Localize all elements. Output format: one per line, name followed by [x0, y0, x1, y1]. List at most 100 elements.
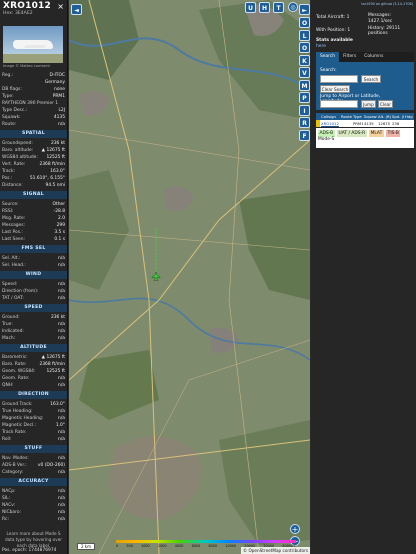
section-header-spatial[interactable]: SPATIAL	[0, 130, 67, 138]
legend-modes: Mode-S	[318, 137, 335, 142]
aircraft-table: CallsignRouteTypeSquawkAlt. (ft)Spd. (kt…	[316, 113, 414, 127]
section-header-accuracy[interactable]: ACCURACY	[0, 478, 67, 486]
close-icon[interactable]: ×	[57, 2, 64, 11]
altitude-tick: 10000	[225, 544, 237, 548]
map-view[interactable]: UHT ◎ ◄ ► OLOKVMPIRF + − 050010002000400…	[69, 0, 310, 554]
info-note: Learn more about Mode S data type by hov…	[4, 531, 63, 548]
map-side-button-o[interactable]: O	[299, 17, 310, 28]
info-row-label: Magnetic Heading:	[2, 416, 44, 421]
info-row-value: L2J	[58, 108, 65, 113]
column-header-squawk[interactable]: Squawk	[363, 113, 377, 120]
search-button[interactable]: Search	[361, 75, 381, 83]
section-header-direction[interactable]: DIRECTION	[0, 391, 67, 399]
column-header-speed[interactable]: Spd. (kt)	[391, 113, 404, 120]
search-input[interactable]	[320, 75, 358, 83]
tab-filters[interactable]: Filters	[339, 52, 360, 62]
version-link[interactable]: tar1090 on github (3.14.1706)	[311, 0, 416, 8]
map-side-button-o[interactable]: O	[299, 42, 310, 53]
collapse-sidebar-button[interactable]: ►	[299, 4, 310, 15]
column-header-heading[interactable]: Hdg	[404, 113, 414, 120]
tab-search[interactable]: Search	[316, 52, 340, 62]
column-header-type[interactable]: Type	[352, 113, 363, 120]
info-row-value: n/a	[58, 256, 65, 261]
jump-button[interactable]: Jump	[361, 100, 376, 108]
column-header-callsign[interactable]: Callsign	[320, 113, 340, 120]
column-header-altitude[interactable]: Alt. (ft)	[377, 113, 391, 120]
map-attribution[interactable]: © OpenStreetMap contributors	[240, 547, 310, 554]
section-header-fms-sel[interactable]: FMS SEL	[0, 245, 67, 253]
info-row: Route: n/a	[2, 121, 65, 128]
sidebar-tabs: Search Filters Columns	[316, 52, 414, 62]
cell-speed: 236	[392, 121, 400, 126]
map-scale: 2 km	[77, 543, 95, 550]
info-row-label: Nav. Modes:	[2, 456, 29, 461]
hex-value: 3E4AE2	[14, 11, 33, 16]
info-row-value: n/a	[58, 296, 65, 301]
section-header-altitude[interactable]: ALTITUDE	[0, 344, 67, 352]
section-header-stuff[interactable]: STUFF	[0, 445, 67, 453]
map-button-t[interactable]: T	[273, 2, 284, 13]
map-button-h[interactable]: H	[259, 2, 270, 13]
info-row-label: True Heading:	[2, 409, 33, 414]
aircraft-photo[interactable]	[3, 26, 63, 63]
map-button-u[interactable]: U	[245, 2, 256, 13]
history-label: History: 29111 positions	[368, 26, 414, 36]
info-row-value: 3.5 s	[54, 230, 65, 235]
info-row: Mach: n/a	[2, 335, 65, 342]
info-row: Germany	[2, 79, 65, 86]
info-row-label: Baro. Rate:	[2, 362, 27, 367]
clear-jump-button[interactable]: Clear	[378, 100, 393, 108]
info-row: Rc: n/a	[2, 516, 65, 523]
info-row-label: Roll:	[2, 437, 12, 442]
info-row-label: RAYTHEON 390 Premier 1	[2, 101, 59, 106]
map-side-button-l[interactable]: L	[299, 29, 310, 41]
stats-available: Stats available	[316, 38, 353, 43]
section-header-wind[interactable]: WIND	[0, 271, 67, 279]
tab-columns[interactable]: Columns	[360, 52, 387, 62]
map-side-button-v[interactable]: V	[299, 67, 310, 78]
map-side-button-k[interactable]: K	[299, 54, 310, 66]
info-row-label: Vert. Rate:	[2, 162, 26, 167]
info-row-label: Rc:	[2, 517, 9, 522]
section-header-signal[interactable]: SIGNAL	[0, 191, 67, 199]
info-row: Vert. Rate: 2368 ft/min	[2, 161, 65, 168]
map-side-button-p[interactable]: P	[299, 92, 310, 103]
info-row: Last Pos.: 3.5 s	[2, 229, 65, 236]
info-row: QNH: n/a	[2, 382, 65, 389]
aircraft-info-panel: XRO1012 Hex: 3E4AE2 × Image © Matteo Lam…	[0, 0, 68, 554]
column-header-route[interactable]: Route	[340, 113, 352, 120]
info-row-value: 4135	[53, 115, 65, 120]
info-row-label: QNH:	[2, 383, 14, 388]
info-row-label: DB flags:	[2, 87, 22, 92]
info-row-value: v0 (DO-260)	[37, 463, 65, 468]
info-row-value: n/a	[58, 456, 65, 461]
stats-link[interactable]: here	[316, 44, 326, 49]
clear-search-button[interactable]: Clear Search	[320, 85, 350, 93]
zoom-in-button[interactable]: +	[290, 524, 300, 534]
map-side-button-i[interactable]: I	[299, 104, 310, 116]
info-row-label: ADS-B Ver.:	[2, 463, 27, 468]
altitude-tick: 500	[126, 544, 133, 548]
info-row-label: Magnetic Decl.:	[2, 423, 37, 428]
map-side-button-m[interactable]: M	[299, 79, 310, 91]
info-row: ADS-B Ver.: v0 (DO-260)	[2, 462, 65, 469]
hex-label: Hex:	[3, 11, 14, 16]
info-row-label: Barometric:	[2, 355, 28, 360]
info-row-value: 0.1 s	[54, 237, 65, 242]
collapse-info-button[interactable]: ◄	[71, 4, 82, 15]
info-row: Msg. Rate: 2.0	[2, 215, 65, 222]
info-row: Distance: 94.5 nmi	[2, 182, 65, 189]
table-row[interactable]: XRO1012 PRM1 4135 12675 236	[316, 120, 414, 127]
jump-input[interactable]	[320, 100, 358, 108]
info-row-label: Geom. WGS84:	[2, 369, 36, 374]
info-row-label: Distance:	[2, 183, 23, 188]
map-canvas[interactable]	[69, 0, 310, 554]
section-header-speed[interactable]: SPEED	[0, 304, 67, 312]
search-label: Search:	[320, 68, 337, 73]
map-side-button-f[interactable]: F	[299, 129, 310, 141]
info-row-value: n/a	[58, 122, 65, 127]
info-row: Track: 163.0°	[2, 168, 65, 175]
map-side-button-r[interactable]: R	[299, 117, 310, 128]
map-layers-icon[interactable]: ◎	[288, 2, 298, 12]
search-pane: Search: Search Clear Search Jump to Airp…	[316, 62, 414, 110]
